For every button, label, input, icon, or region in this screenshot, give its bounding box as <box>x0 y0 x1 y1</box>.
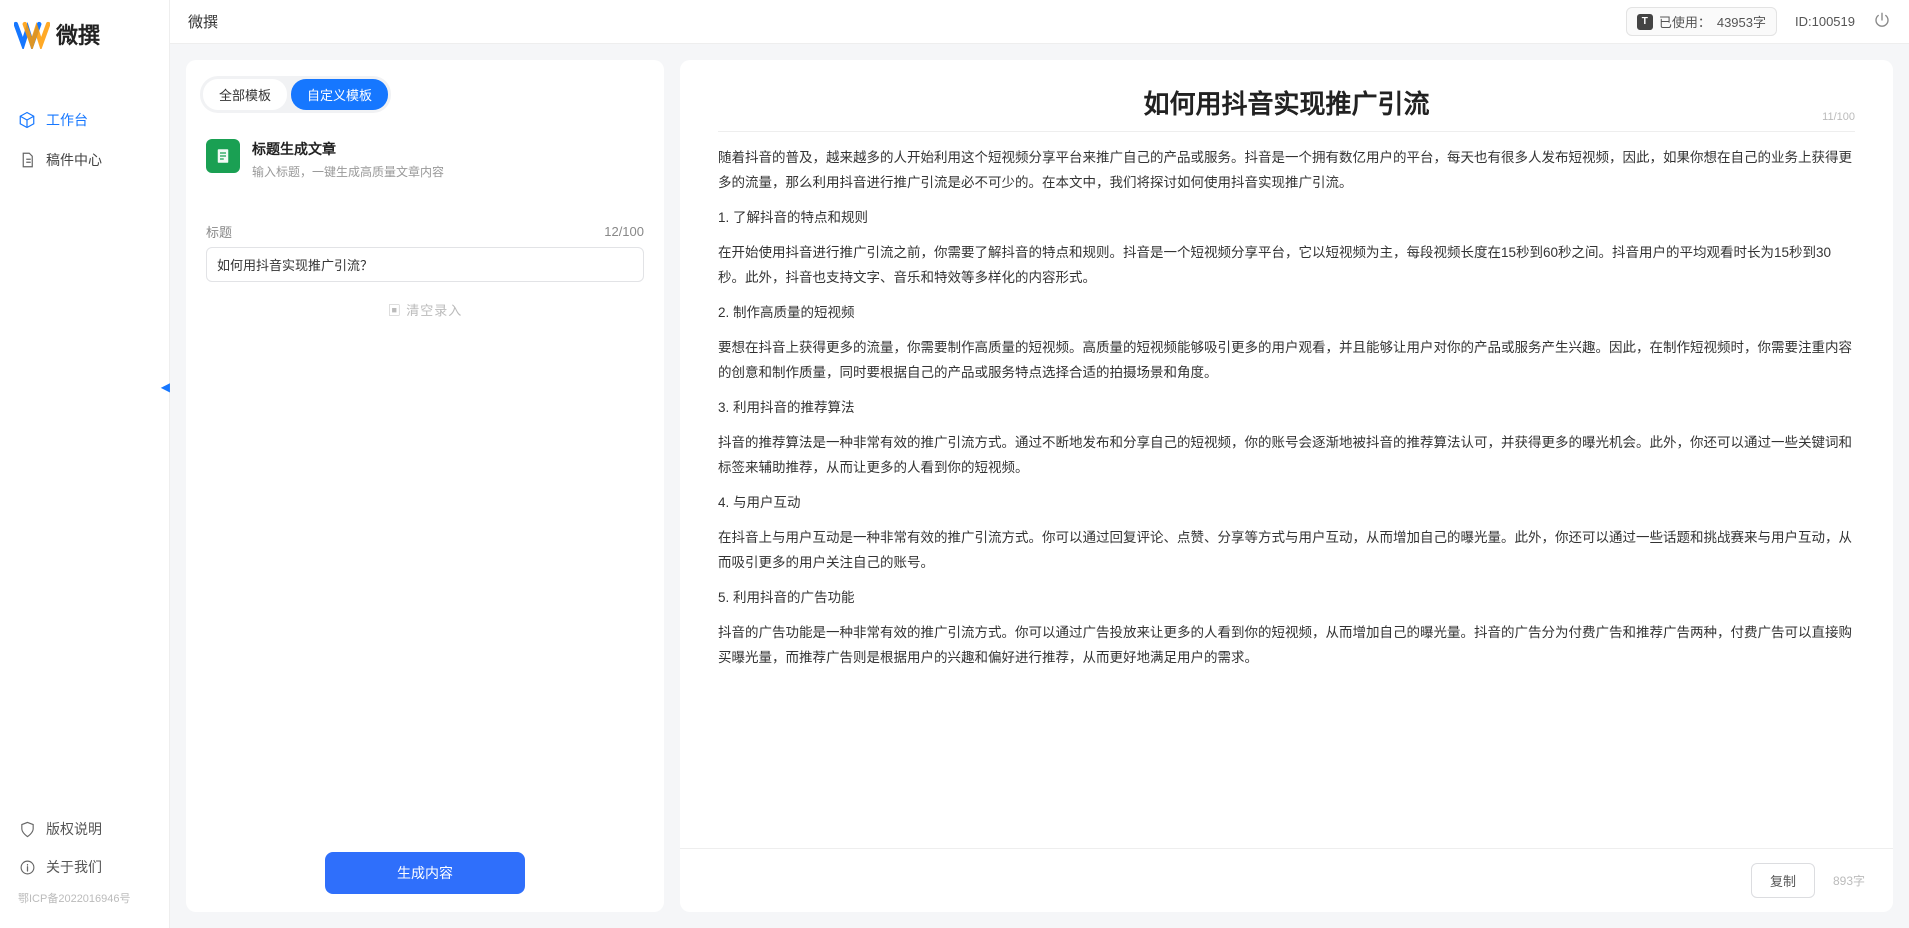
output-title: 如何用抖音实现推广引流 <box>1143 84 1429 121</box>
template-title: 标题生成文章 <box>252 139 444 159</box>
sidebar: 微撰 工作台 稿件中心 ◀ 版权说明 <box>0 0 170 928</box>
output-paragraph: 要想在抖音上获得更多的流量，你需要制作高质量的短视频。高质量的短视频能够吸引更多… <box>718 336 1855 386</box>
output-paragraph: 在开始使用抖音进行推广引流之前，你需要了解抖音的特点和规则。抖音是一个短视频分享… <box>718 241 1855 291</box>
output-paragraph: 3. 利用抖音的推荐算法 <box>718 396 1855 421</box>
sidebar-item-copyright[interactable]: 版权说明 <box>0 810 169 848</box>
output-body: 随着抖音的普及，越来越多的人开始利用这个短视频分享平台来推广自己的产品或服务。抖… <box>718 146 1855 670</box>
template-tabs: 全部模板 自定义模板 <box>200 76 391 113</box>
output-content: 如何用抖音实现推广引流 11/100 随着抖音的普及，越来越多的人开始利用这个短… <box>680 60 1893 848</box>
input-counter: 12/100 <box>604 224 644 239</box>
brand-logo-icon <box>14 19 50 49</box>
document-icon <box>206 139 240 173</box>
text-icon: T <box>1637 14 1653 30</box>
user-id: ID:100519 <box>1795 14 1855 29</box>
usage-badge: T 已使用： 43953字 <box>1626 7 1777 36</box>
file-icon <box>18 151 36 169</box>
nav-label: 稿件中心 <box>46 150 102 170</box>
input-panel: 全部模板 自定义模板 标题生成文章 输入标题，一键生成高质量文章内容 标题 <box>186 60 664 912</box>
output-paragraph: 随着抖音的普及，越来越多的人开始利用这个短视频分享平台来推广自己的产品或服务。抖… <box>718 146 1855 196</box>
output-title-count: 11/100 <box>1822 111 1855 123</box>
nav-list: 工作台 稿件中心 <box>0 100 169 180</box>
sidebar-item-workspace[interactable]: 工作台 <box>0 100 169 140</box>
cube-icon <box>18 111 36 129</box>
tab-custom-templates[interactable]: 自定义模板 <box>291 79 388 110</box>
collapse-sidebar-icon[interactable]: ◀ <box>161 380 170 394</box>
output-paragraph: 在抖音上与用户互动是一种非常有效的推广引流方式。你可以通过回复评论、点赞、分享等… <box>718 526 1855 576</box>
generate-button[interactable]: 生成内容 <box>325 852 525 894</box>
input-label: 标题 <box>206 222 232 241</box>
template-card: 标题生成文章 输入标题，一键生成高质量文章内容 <box>186 121 664 194</box>
template-desc: 输入标题，一键生成高质量文章内容 <box>252 163 444 180</box>
logo: 微撰 <box>0 0 169 50</box>
nav-label: 工作台 <box>46 110 88 130</box>
info-icon <box>18 858 36 876</box>
sidebar-item-about[interactable]: 关于我们 <box>0 848 169 886</box>
usage-label: 已使用： <box>1659 12 1711 31</box>
output-paragraph: 4. 与用户互动 <box>718 491 1855 516</box>
topbar: 微撰 T 已使用： 43953字 ID:100519 <box>170 0 1909 44</box>
copy-button[interactable]: 复制 <box>1751 863 1815 898</box>
foot-label: 关于我们 <box>46 857 102 877</box>
tab-all-templates[interactable]: 全部模板 <box>203 79 287 110</box>
icp-text: 鄂ICP备2022016946号 <box>0 886 169 916</box>
output-paragraph: 2. 制作高质量的短视频 <box>718 301 1855 326</box>
output-paragraph: 抖音的广告功能是一种非常有效的推广引流方式。你可以通过广告投放来让更多的人看到你… <box>718 621 1855 671</box>
output-paragraph: 抖音的推荐算法是一种非常有效的推广引流方式。通过不断地发布和分享自己的短视频，你… <box>718 431 1855 481</box>
title-input[interactable] <box>206 247 644 282</box>
sidebar-item-drafts[interactable]: 稿件中心 <box>0 140 169 180</box>
usage-value: 43953字 <box>1717 12 1766 31</box>
brand-name: 微撰 <box>56 18 100 50</box>
page-title: 微撰 <box>188 11 218 32</box>
shield-icon <box>18 820 36 838</box>
foot-label: 版权说明 <box>46 819 102 839</box>
output-paragraph: 5. 利用抖音的广告功能 <box>718 586 1855 611</box>
power-icon[interactable] <box>1873 11 1891 32</box>
output-panel: 如何用抖音实现推广引流 11/100 随着抖音的普及，越来越多的人开始利用这个短… <box>680 60 1893 912</box>
output-char-count: 893字 <box>1833 872 1865 889</box>
output-paragraph: 1. 了解抖音的特点和规则 <box>718 206 1855 231</box>
sidebar-footer: 版权说明 关于我们 鄂ICP备2022016946号 <box>0 810 169 928</box>
clear-input-button[interactable]: ▣ 清空录入 <box>206 300 644 319</box>
